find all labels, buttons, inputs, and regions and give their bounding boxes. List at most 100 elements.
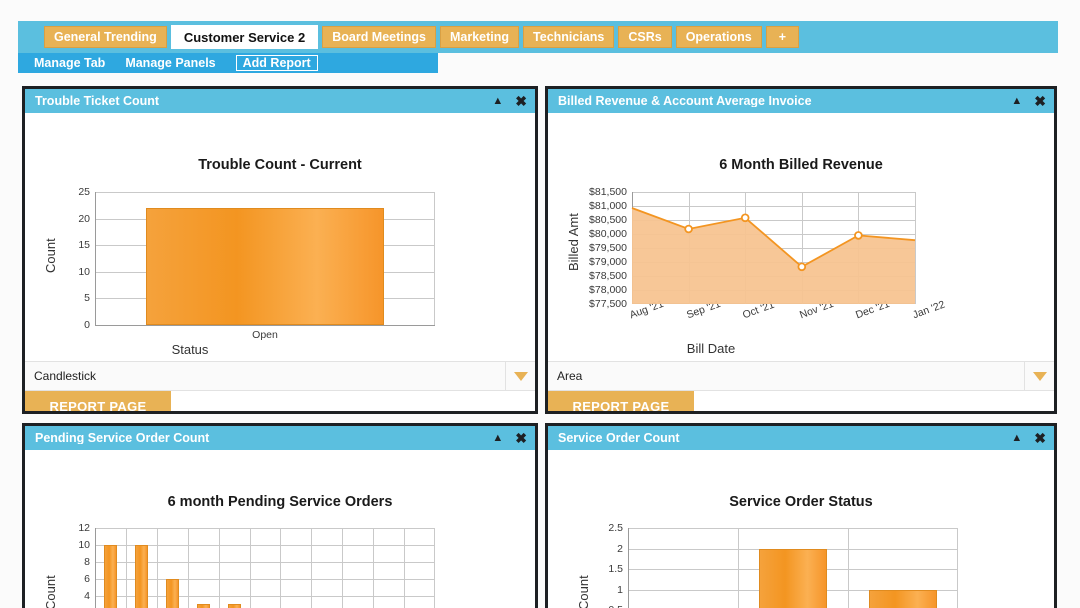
chart-title: Service Order Status	[729, 494, 873, 510]
y-tick-label: 2.5	[608, 522, 623, 534]
panel-footer: REPORT PAGE	[548, 391, 1054, 411]
gridline-vertical	[95, 528, 96, 608]
x-axis-label: Bill Date	[686, 341, 736, 356]
add-tab-button[interactable]: +	[765, 26, 800, 48]
caret-up-icon[interactable]: ▲	[1011, 95, 1022, 107]
chevron-down-icon[interactable]	[1024, 362, 1054, 390]
tab-technicians[interactable]: Technicians	[523, 26, 615, 48]
chart-type-select[interactable]: Candlestick	[25, 361, 535, 391]
add-report-button[interactable]: Add Report	[235, 54, 318, 72]
y-axis-label: Count	[43, 238, 58, 273]
dashboard-root: General Trending Customer Service 2 Boar…	[0, 0, 1080, 608]
panel-title: Service Order Count	[558, 431, 680, 445]
bar-0	[146, 208, 384, 325]
tab-customer-service-2[interactable]: Customer Service 2	[170, 25, 319, 49]
chart-title: 6 Month Billed Revenue	[719, 157, 883, 173]
y-axis-label: Count	[43, 575, 58, 608]
close-icon[interactable]: ✖	[1034, 431, 1046, 445]
y-tick-label: 15	[78, 239, 90, 251]
gridline-vertical	[126, 528, 127, 608]
panel-header: Service Order Count ▲ ✖	[548, 426, 1054, 450]
gridline-vertical	[280, 528, 281, 608]
gridline-vertical	[342, 528, 343, 608]
gridline-vertical	[250, 528, 251, 608]
tab-general-trending[interactable]: General Trending	[44, 26, 167, 48]
dashboard-tab-bar: General Trending Customer Service 2 Boar…	[18, 21, 1058, 53]
y-tick-label: 25	[78, 186, 90, 198]
plot-area: 0 5 10 15 20 25 Open	[78, 186, 435, 341]
data-point-2	[740, 213, 750, 223]
y-tick-label: 2	[617, 543, 623, 555]
chart-type-value: Area	[557, 369, 583, 383]
y-tick-label: $80,000	[589, 228, 627, 240]
y-tick-label: 10	[78, 539, 90, 551]
close-icon[interactable]: ✖	[515, 94, 527, 108]
gridline-vertical	[957, 528, 958, 608]
gridline-vertical	[434, 192, 435, 325]
caret-up-icon[interactable]: ▲	[492, 432, 503, 444]
y-tick-label: $79,000	[589, 256, 627, 268]
panel-billed-revenue: Billed Revenue & Account Average Invoice…	[545, 86, 1057, 414]
tab-marketing[interactable]: Marketing	[439, 26, 520, 48]
y-tick-label: 6	[84, 573, 90, 585]
manage-panels-link[interactable]: Manage Panels	[125, 57, 215, 70]
gridline-vertical	[848, 528, 849, 608]
gridline-vertical	[311, 528, 312, 608]
chart-type-value: Candlestick	[34, 369, 97, 383]
y-tick-label: 0.5	[608, 604, 623, 608]
gridline-vertical	[219, 528, 220, 608]
chart-title: 6 month Pending Service Orders	[167, 494, 393, 510]
area-series	[631, 207, 916, 304]
y-axis-label: Count	[576, 575, 591, 608]
bar-1	[759, 549, 827, 608]
caret-up-icon[interactable]: ▲	[492, 95, 503, 107]
chart-area-trouble-count: Trouble Count - Current Count 0 5 10 15 20 25…	[25, 113, 535, 361]
y-tick-label: $81,000	[589, 200, 627, 212]
y-tick-label: $77,500	[589, 298, 627, 310]
y-tick-label: 1.5	[608, 563, 623, 575]
y-tick-label: 20	[78, 213, 90, 225]
chart-service-order-status: Service Order Status Count 00.511.522.5	[548, 450, 1054, 608]
bar-3	[197, 604, 210, 608]
y-tick-label: 10	[78, 266, 90, 278]
chevron-down-icon[interactable]	[505, 362, 535, 390]
y-tick-label: 12	[78, 522, 90, 534]
x-tick-label: Open	[252, 329, 278, 341]
manage-tab-link[interactable]: Manage Tab	[34, 57, 105, 70]
gridline-vertical	[157, 528, 158, 608]
plot-area: 00.511.522.5	[608, 522, 958, 608]
tab-csrs[interactable]: CSRs	[618, 26, 672, 48]
bar-4	[228, 604, 241, 608]
gridline-vertical	[404, 528, 405, 608]
tab-board-meetings[interactable]: Board Meetings	[322, 26, 436, 48]
caret-up-icon[interactable]: ▲	[1011, 432, 1022, 444]
y-axis-label: Billed Amt	[566, 213, 581, 271]
panel-footer: REPORT PAGE	[25, 391, 535, 411]
panel-title: Trouble Ticket Count	[35, 94, 160, 108]
gridline-vertical	[188, 528, 189, 608]
y-tick-label: $80,500	[589, 214, 627, 226]
panel-title: Billed Revenue & Account Average Invoice	[558, 94, 812, 108]
panel-trouble-ticket-count: Trouble Ticket Count ▲ ✖ Trouble Count -…	[22, 86, 538, 414]
close-icon[interactable]: ✖	[1034, 94, 1046, 108]
chart-area-service-order-status: Service Order Status Count 00.511.522.5	[548, 450, 1054, 608]
bar-2	[166, 579, 179, 608]
chart-pending-service-orders: 6 month Pending Service Orders Count 024…	[25, 450, 535, 608]
chart-area-billed-revenue: 6 Month Billed Revenue Billed Amt $77,50…	[548, 113, 1054, 361]
data-point-1	[684, 224, 693, 234]
x-axis-label: Status	[171, 342, 209, 357]
panel-header: Billed Revenue & Account Average Invoice…	[548, 89, 1054, 113]
y-tick-label: 8	[84, 556, 90, 568]
y-tick-label: $79,500	[589, 242, 627, 254]
close-icon[interactable]: ✖	[515, 431, 527, 445]
chart-title: Trouble Count - Current	[198, 157, 362, 173]
report-page-button[interactable]: REPORT PAGE	[25, 391, 171, 411]
gridline-horizontal	[95, 528, 435, 529]
bar-1	[135, 545, 148, 608]
tab-operations[interactable]: Operations	[675, 26, 762, 48]
chart-type-select[interactable]: Area	[548, 361, 1054, 391]
y-tick-label: 4	[84, 590, 90, 602]
report-page-button[interactable]: REPORT PAGE	[548, 391, 694, 411]
y-tick-label: $78,500	[589, 270, 627, 282]
plot-area: 024681012	[78, 522, 435, 608]
